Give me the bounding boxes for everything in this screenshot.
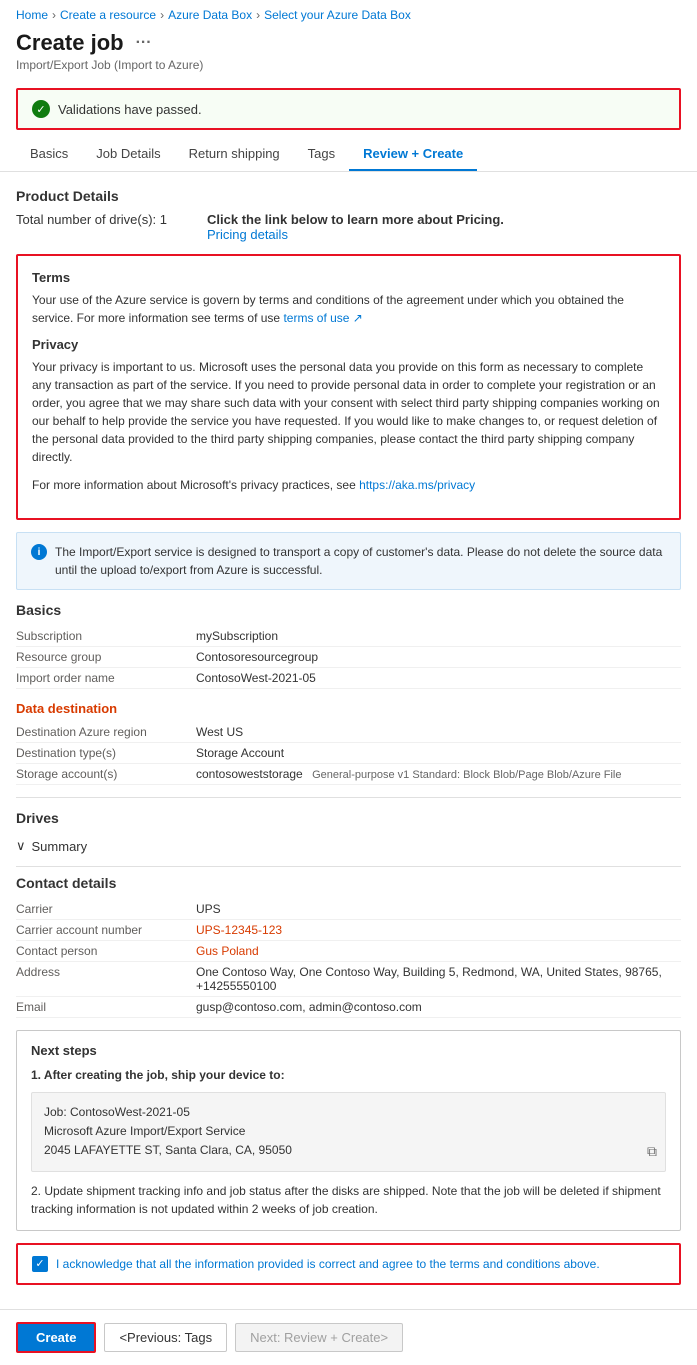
- resource-group-row: Resource group Contosoresourcegroup: [16, 647, 681, 668]
- next-steps-box: Next steps 1. After creating the job, sh…: [16, 1030, 681, 1231]
- destination-type-value: Storage Account: [196, 746, 681, 760]
- carrier-row: Carrier UPS: [16, 899, 681, 920]
- subscription-label: Subscription: [16, 629, 196, 643]
- info-icon: i: [31, 544, 47, 560]
- more-options-icon[interactable]: ···: [136, 34, 152, 52]
- breadcrumb-home[interactable]: Home: [16, 8, 48, 22]
- destination-region-label: Destination Azure region: [16, 725, 196, 739]
- subscription-value: mySubscription: [196, 629, 681, 643]
- privacy-link[interactable]: https://aka.ms/privacy: [359, 478, 475, 492]
- page-header: Create job ··· Import/Export Job (Import…: [0, 26, 697, 80]
- terms-title: Terms: [32, 270, 665, 285]
- address-label: Address: [16, 965, 196, 993]
- tab-return-shipping[interactable]: Return shipping: [175, 138, 294, 171]
- tab-basics[interactable]: Basics: [16, 138, 82, 171]
- email-value: gusp@contoso.com, admin@contoso.com: [196, 1000, 681, 1014]
- storage-account-note: General-purpose v1 Standard: Block Blob/…: [312, 769, 621, 781]
- acknowledge-text: I acknowledge that all the information p…: [56, 1255, 600, 1273]
- divider: [16, 866, 681, 867]
- acknowledge-checkbox[interactable]: [32, 1256, 48, 1272]
- info-banner: i The Import/Export service is designed …: [16, 532, 681, 590]
- validation-success-icon: ✓: [32, 100, 50, 118]
- terms-text: Your use of the Azure service is govern …: [32, 291, 665, 327]
- subscription-row: Subscription mySubscription: [16, 626, 681, 647]
- address-value: One Contoso Way, One Contoso Way, Buildi…: [196, 965, 681, 993]
- storage-account-value: contosoweststorage General-purpose v1 St…: [196, 767, 681, 781]
- tab-tags[interactable]: Tags: [294, 138, 349, 171]
- drives-summary-toggle[interactable]: ∨ Summary: [16, 834, 681, 858]
- privacy-title: Privacy: [32, 337, 665, 352]
- contact-details-table: Carrier UPS Carrier account number UPS-1…: [16, 899, 681, 1018]
- storage-account-row: Storage account(s) contosoweststorage Ge…: [16, 764, 681, 785]
- drive-count: Total number of drive(s): 1: [16, 212, 167, 227]
- main-content: Product Details Total number of drive(s)…: [0, 172, 697, 1309]
- destination-type-label: Destination type(s): [16, 746, 196, 760]
- carrier-account-label: Carrier account number: [16, 923, 196, 937]
- breadcrumb-create-resource[interactable]: Create a resource: [60, 8, 156, 22]
- resource-group-label: Resource group: [16, 650, 196, 664]
- shipping-address-box: Job: ContosoWest-2021-05 Microsoft Azure…: [31, 1092, 666, 1172]
- drives-title: Drives: [16, 810, 681, 826]
- pricing-info: Click the link below to learn more about…: [207, 212, 504, 242]
- chevron-down-icon: ∨: [16, 838, 26, 854]
- destination-region-value: West US: [196, 725, 681, 739]
- tab-job-details[interactable]: Job Details: [82, 138, 174, 171]
- email-row: Email gusp@contoso.com, admin@contoso.co…: [16, 997, 681, 1018]
- pricing-note: Click the link below to learn more about…: [207, 212, 504, 227]
- breadcrumb-azure-data-box[interactable]: Azure Data Box: [168, 8, 252, 22]
- product-details-title: Product Details: [16, 188, 681, 204]
- import-order-row: Import order name ContosoWest-2021-05: [16, 668, 681, 689]
- tab-bar: Basics Job Details Return shipping Tags …: [0, 138, 697, 172]
- validation-banner: ✓ Validations have passed.: [16, 88, 681, 130]
- privacy-text2: For more information about Microsoft's p…: [32, 476, 665, 494]
- terms-box: Terms Your use of the Azure service is g…: [16, 254, 681, 520]
- breadcrumb: Home › Create a resource › Azure Data Bo…: [0, 0, 697, 26]
- acknowledge-box: I acknowledge that all the information p…: [16, 1243, 681, 1285]
- carrier-value: UPS: [196, 902, 681, 916]
- email-label: Email: [16, 1000, 196, 1014]
- summary-label: Summary: [32, 839, 88, 854]
- page-subtitle: Import/Export Job (Import to Azure): [16, 58, 681, 72]
- carrier-account-value: UPS-12345-123: [196, 923, 681, 937]
- previous-button[interactable]: <Previous: Tags: [104, 1323, 227, 1352]
- info-text: The Import/Export service is designed to…: [55, 543, 666, 579]
- import-order-label: Import order name: [16, 671, 196, 685]
- page-title: Create job: [16, 30, 124, 56]
- contact-person-label: Contact person: [16, 944, 196, 958]
- bottom-bar: Create <Previous: Tags Next: Review + Cr…: [0, 1309, 697, 1365]
- storage-account-label: Storage account(s): [16, 767, 196, 781]
- basics-title: Basics: [16, 602, 681, 618]
- carrier-label: Carrier: [16, 902, 196, 916]
- carrier-account-row: Carrier account number UPS-12345-123: [16, 920, 681, 941]
- validation-text: Validations have passed.: [58, 102, 202, 117]
- copy-icon[interactable]: ⧉: [647, 1140, 657, 1162]
- next-button: Next: Review + Create>: [235, 1323, 403, 1352]
- address-row: Address One Contoso Way, One Contoso Way…: [16, 962, 681, 997]
- contact-person-value: Gus Poland: [196, 944, 681, 958]
- contact-details-section: Contact details Carrier UPS Carrier acco…: [16, 875, 681, 1018]
- tab-review-create[interactable]: Review + Create: [349, 138, 477, 171]
- next-steps-step2: 2. Update shipment tracking info and job…: [31, 1182, 666, 1218]
- create-button[interactable]: Create: [16, 1322, 96, 1353]
- contact-details-title: Contact details: [16, 875, 681, 891]
- breadcrumb-select-data-box[interactable]: Select your Azure Data Box: [264, 8, 411, 22]
- data-destination-table: Destination Azure region West US Destina…: [16, 722, 681, 785]
- address-line-3: 2045 LAFAYETTE ST, Santa Clara, CA, 9505…: [44, 1141, 653, 1160]
- privacy-text1: Your privacy is important to us. Microso…: [32, 358, 665, 466]
- basics-table: Subscription mySubscription Resource gro…: [16, 626, 681, 689]
- import-order-value: ContosoWest-2021-05: [196, 671, 681, 685]
- address-line-2: Microsoft Azure Import/Export Service: [44, 1122, 653, 1141]
- data-destination-title: Data destination: [16, 701, 681, 716]
- drives-section: Drives ∨ Summary: [16, 797, 681, 858]
- address-line-1: Job: ContosoWest-2021-05: [44, 1103, 653, 1122]
- contact-person-row: Contact person Gus Poland: [16, 941, 681, 962]
- terms-of-use-link[interactable]: terms of use ↗: [283, 311, 362, 325]
- destination-region-row: Destination Azure region West US: [16, 722, 681, 743]
- pricing-link[interactable]: Pricing details: [207, 227, 288, 242]
- next-steps-title: Next steps: [31, 1043, 666, 1058]
- destination-type-row: Destination type(s) Storage Account: [16, 743, 681, 764]
- next-steps-step1: 1. After creating the job, ship your dev…: [31, 1066, 666, 1084]
- product-details-row: Total number of drive(s): 1 Click the li…: [16, 212, 681, 242]
- resource-group-value: Contosoresourcegroup: [196, 650, 681, 664]
